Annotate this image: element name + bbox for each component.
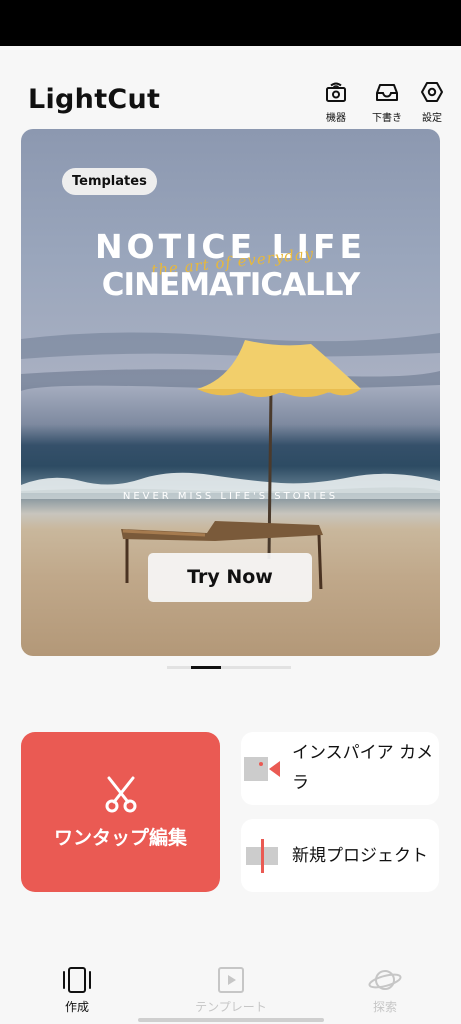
scissors-icon <box>105 776 137 813</box>
banner-tagline: NEVER MISS LIFE'S STORIES <box>122 491 339 502</box>
create-film-icon <box>63 967 91 993</box>
new-project-button[interactable]: 新規プロジェクト <box>241 819 439 892</box>
tab-templates[interactable]: テンプレート <box>186 967 276 1015</box>
inspire-camera-button[interactable]: インスパイア カメラ <box>241 732 439 805</box>
settings-hexagon-icon <box>421 82 443 102</box>
inspire-camera-label: インスパイア カメラ <box>292 743 434 793</box>
devices-label: 機器 <box>326 113 346 124</box>
pager-active-indicator <box>191 666 221 669</box>
tab-explore-label: 探索 <box>372 1000 397 1014</box>
tab-create[interactable]: 作成 <box>32 967 122 1015</box>
tab-explore[interactable]: 探索 <box>340 967 430 1015</box>
play-template-icon <box>218 967 244 993</box>
device-icon <box>326 82 346 102</box>
templates-tag: Templates <box>62 168 157 195</box>
bottom-tab-bar: 作成 テンプレート 探索 <box>0 955 461 1024</box>
one-tap-edit-label: ワンタップ編集 <box>53 827 187 849</box>
settings-label: 設定 <box>422 113 442 124</box>
app-header: LightCut 機器 下書き 設定 <box>0 46 461 128</box>
devices-button[interactable]: 機器 <box>312 80 360 124</box>
drafts-button[interactable]: 下書き <box>363 80 411 124</box>
try-now-button[interactable]: Try Now <box>148 553 312 602</box>
drafts-label: 下書き <box>372 113 402 124</box>
tab-templates-label: テンプレート <box>195 1000 267 1014</box>
inbox-icon <box>376 84 398 101</box>
one-tap-edit-button[interactable]: ワンタップ編集 <box>21 732 220 892</box>
home-indicator <box>138 1018 324 1022</box>
new-project-label: 新規プロジェクト <box>292 846 428 866</box>
video-camera-icon <box>244 757 280 781</box>
carousel-pager <box>167 666 291 669</box>
status-bar <box>0 0 461 46</box>
banner-headline-line2: CINEMATICALLY <box>101 267 360 303</box>
planet-icon <box>368 970 402 990</box>
timeline-clip-icon <box>246 839 278 873</box>
promo-banner[interactable]: Templates NOTICE LIFE the art of everyda… <box>21 129 440 656</box>
app-title: LightCut <box>28 84 161 115</box>
tab-create-label: 作成 <box>64 1000 89 1014</box>
settings-button[interactable]: 設定 <box>408 80 456 124</box>
